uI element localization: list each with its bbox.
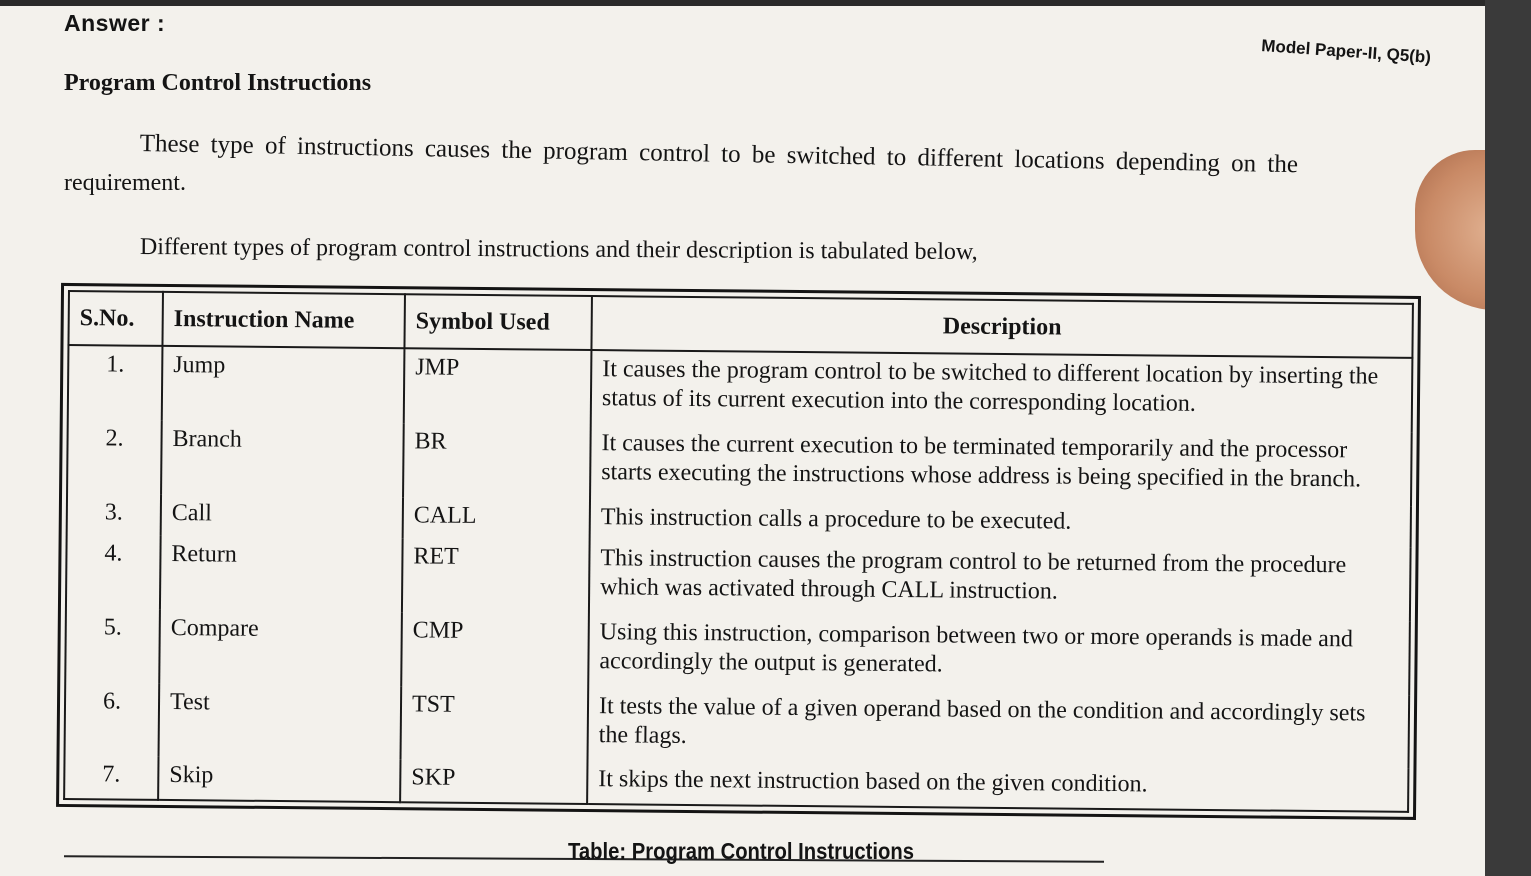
cell-description: Using this instruction, comparison betwe… bbox=[588, 613, 1410, 696]
cell-symbol: BR bbox=[403, 423, 591, 499]
cell-symbol: SKP bbox=[400, 759, 588, 805]
cell-sno: 7. bbox=[64, 756, 159, 800]
table-caption: Table: Program Control Instructions bbox=[568, 838, 914, 864]
cell-sno: 3. bbox=[66, 493, 162, 536]
header-instruction-name: Instruction Name bbox=[162, 291, 405, 349]
paragraph-intro-line2: requirement. bbox=[64, 170, 186, 196]
cell-symbol: JMP bbox=[403, 348, 592, 425]
cell-name: Return bbox=[159, 535, 403, 613]
program-control-table: S.No. Instruction Name Symbol Used Descr… bbox=[56, 282, 1421, 821]
instruction-table-wrapper: S.No. Instruction Name Symbol Used Descr… bbox=[56, 282, 1430, 843]
table-row: 6. Test TST It tests the value of a give… bbox=[64, 682, 1410, 770]
table-row: 1. Jump JMP It causes the program contro… bbox=[67, 345, 1413, 433]
cell-description: It skips the next instruction based on t… bbox=[587, 761, 1409, 812]
thumb-shape bbox=[1415, 150, 1485, 310]
cell-sno: 1. bbox=[67, 345, 163, 421]
answer-label: Answer : bbox=[64, 10, 166, 36]
cell-symbol: RET bbox=[401, 538, 590, 614]
header-description: Description bbox=[591, 296, 1413, 358]
cell-description: It tests the value of a given operand ba… bbox=[587, 687, 1410, 770]
section-heading: Program Control Instructions bbox=[64, 70, 372, 96]
cell-description: This instruction causes the program cont… bbox=[588, 540, 1411, 622]
table-row: 4. Return RET This instruction causes th… bbox=[65, 535, 1411, 622]
paragraph-table-intro: Different types of program control instr… bbox=[139, 234, 978, 266]
cell-sno: 2. bbox=[67, 419, 162, 495]
scanned-page: Answer : Model Paper-II, Q5(b) Program C… bbox=[0, 0, 1485, 876]
cell-sno: 6. bbox=[64, 682, 160, 758]
table-row: 5. Compare CMP Using this instruction, c… bbox=[65, 608, 1410, 696]
paragraph-intro-line1: These type of instructions causes the pr… bbox=[139, 130, 1299, 179]
cell-name: Call bbox=[160, 494, 404, 539]
cell-description: It causes the current execution to be te… bbox=[590, 424, 1412, 507]
cell-name: Skip bbox=[158, 757, 401, 803]
table-row: 2. Branch BR It causes the current execu… bbox=[67, 419, 1412, 507]
header-sno: S.No. bbox=[68, 291, 163, 346]
cell-description: It causes the program control to be swit… bbox=[590, 350, 1413, 433]
cell-name: Compare bbox=[159, 609, 402, 686]
cell-symbol: CMP bbox=[401, 612, 589, 688]
cell-name: Test bbox=[158, 683, 402, 760]
header-symbol-used: Symbol Used bbox=[404, 294, 592, 351]
cell-name: Branch bbox=[161, 420, 404, 497]
cell-symbol: CALL bbox=[402, 496, 591, 541]
cell-sno: 4. bbox=[65, 535, 161, 610]
cell-name: Jump bbox=[161, 345, 405, 424]
cell-sno: 5. bbox=[65, 608, 160, 684]
cell-symbol: TST bbox=[400, 685, 589, 762]
model-paper-reference: Model Paper-II, Q5(b) bbox=[1260, 36, 1432, 67]
